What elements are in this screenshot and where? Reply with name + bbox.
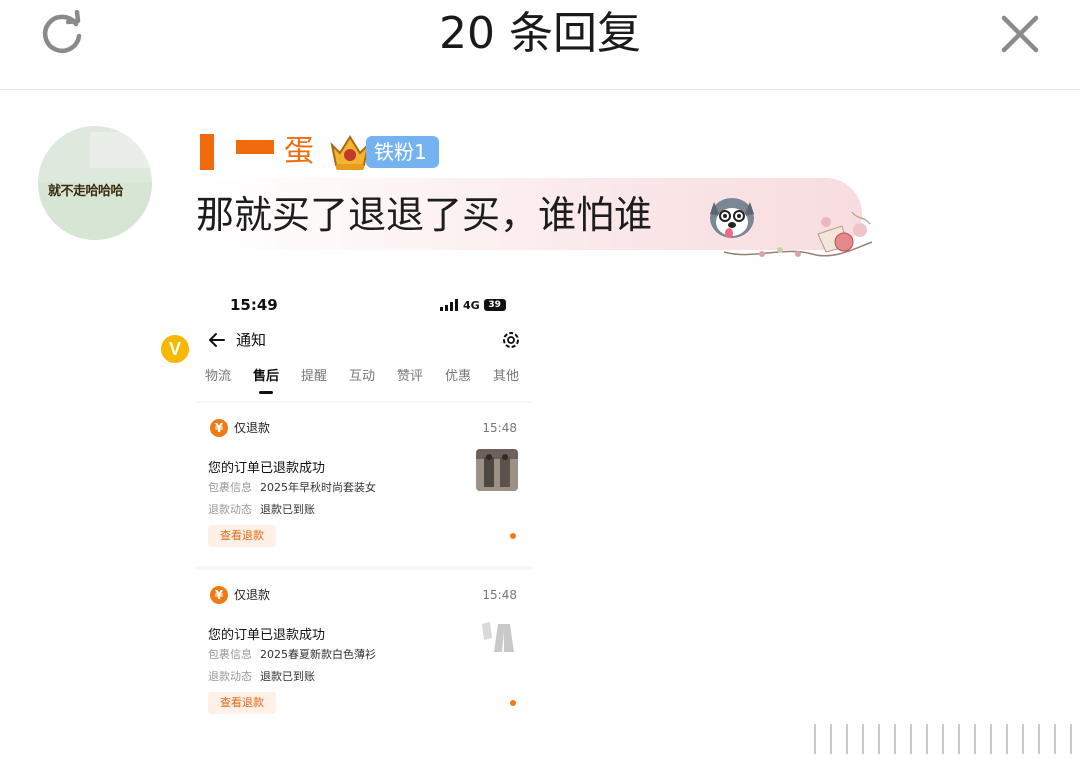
status-label: 退款动态 (208, 503, 252, 516)
card-heading: 您的订单已退款成功 (208, 628, 326, 643)
username-redaction (236, 140, 274, 154)
bottom-action-bar (800, 724, 1080, 754)
package-value: 2025春夏新款白色薄衫 (260, 648, 376, 661)
view-refund-button[interactable]: 查看退款 (208, 525, 276, 547)
refund-status-row: 退款动态 退款已到账 (208, 668, 315, 686)
yuan-icon: ¥ (210, 586, 228, 604)
card-time: 15:48 (482, 588, 517, 602)
username-redaction (200, 134, 214, 170)
card-time: 15:48 (482, 421, 517, 435)
network-type: 4G (463, 298, 480, 312)
status-indicators: 4G 39 (440, 295, 506, 315)
tab-offers[interactable]: 优惠 (445, 367, 471, 387)
avatar-caption: 就不走哈哈哈 (48, 184, 124, 199)
package-value: 2025年早秋时尚套装女 (260, 481, 376, 494)
reply-header: 20 条回复 (0, 0, 1080, 90)
product-thumbnail (476, 616, 518, 658)
notification-tabs: 物流 售后 提醒 互动 赞评 优惠 其他 (196, 367, 532, 397)
username-row[interactable]: 蛋 铁粉1 (200, 130, 439, 174)
active-tab-indicator (259, 391, 273, 394)
status-time: 15:49 (230, 296, 278, 314)
status-label: 退款动态 (208, 670, 252, 683)
tab-other[interactable]: 其他 (493, 367, 519, 387)
avatar-image: 就不走哈哈哈 (38, 126, 152, 240)
package-info-row: 包裹信息 2025春夏新款白色薄衫 (208, 646, 376, 664)
refund-notification-card[interactable]: ¥ 仅退款 15:48 您的订单已退款成功 包裹信息 2025年早秋时尚套装女 退… (196, 403, 532, 566)
tab-reminders[interactable]: 提醒 (301, 367, 327, 387)
package-info-row: 包裹信息 2025年早秋时尚套装女 (208, 479, 376, 497)
avatar-mosaic (90, 132, 150, 168)
card-type: 仅退款 (234, 421, 271, 435)
comment-text: 那就买了退退了买，谁怕谁 (196, 193, 653, 237)
close-button[interactable] (994, 8, 1046, 60)
tab-logistics[interactable]: 物流 (205, 367, 231, 387)
package-label: 包裹信息 (208, 648, 252, 661)
screenshot-header: 15:49 4G 39 通知 物流 售后 提醒 互动 赞评 优惠 其他 (196, 285, 532, 401)
tab-likes-reviews[interactable]: 赞评 (397, 367, 423, 387)
tab-after-sales[interactable]: 售后 (253, 367, 279, 387)
verified-badge: V (158, 332, 192, 366)
tab-interactions[interactable]: 互动 (349, 367, 375, 387)
refund-status-row: 退款动态 退款已到账 (208, 501, 315, 519)
view-refund-button[interactable]: 查看退款 (208, 692, 276, 714)
unread-dot (510, 700, 516, 706)
refund-notification-card[interactable]: ¥ 仅退款 15:48 您的订单已退款成功 包裹信息 2025春夏新款白色薄衫 退… (196, 570, 532, 730)
package-label: 包裹信息 (208, 481, 252, 494)
page-title: 20 条回复 (439, 8, 641, 59)
product-thumbnail (476, 449, 518, 491)
yuan-icon: ¥ (210, 419, 228, 437)
back-arrow-icon[interactable] (206, 329, 228, 351)
avatar[interactable]: 就不走哈哈哈 V (38, 126, 192, 366)
fan-badge: 铁粉1 (366, 136, 439, 168)
card-type: 仅退款 (234, 588, 271, 602)
card-heading: 您的订单已退款成功 (208, 461, 326, 476)
username[interactable]: 蛋 (284, 132, 314, 172)
notification-title: 通知 (236, 331, 267, 349)
battery-icon: 39 (483, 299, 506, 311)
attached-screenshot[interactable]: 15:49 4G 39 通知 物流 售后 提醒 互动 赞评 优惠 其他 ¥ 仅退… (196, 285, 532, 730)
signal-icon (440, 299, 458, 311)
status-value: 退款已到账 (260, 670, 315, 683)
unread-dot (510, 533, 516, 539)
gear-icon[interactable] (500, 329, 522, 351)
close-icon (1001, 15, 1039, 53)
status-value: 退款已到账 (260, 503, 315, 516)
flower-decoration-icon (723, 211, 873, 257)
